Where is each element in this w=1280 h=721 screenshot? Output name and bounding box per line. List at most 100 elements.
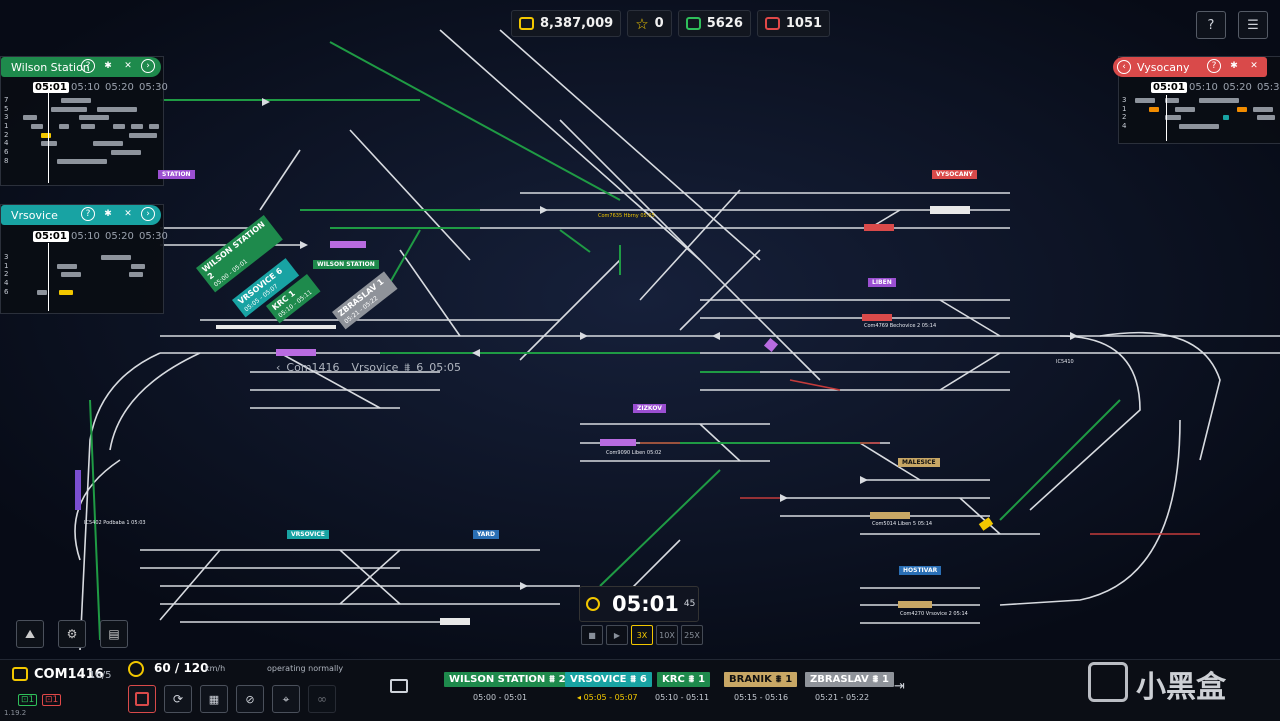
zizkov-label[interactable]: ZIZKOV [633, 404, 666, 413]
help-icon[interactable]: ? [81, 59, 95, 73]
track-row: 5 [1, 105, 163, 114]
vrsovice-label[interactable]: VRSOVICE [287, 530, 329, 539]
stop-branik[interactable]: BRANIK ⩩ 1 [724, 672, 798, 687]
liben-label[interactable]: LIBEN [868, 278, 896, 287]
gear-icon[interactable]: ✱ [101, 59, 115, 73]
settings-tool-button[interactable]: ⚙ [58, 620, 86, 648]
clock-icon [586, 597, 600, 611]
help-button[interactable]: ? [1196, 11, 1226, 39]
malesice-label[interactable]: MALESICE [898, 458, 940, 467]
panel-header: Vrsovice ? ✱ ✕ › [1, 205, 161, 225]
book-button[interactable]: ▤ [100, 620, 128, 648]
terrain-tool-button[interactable]: ⛰ [16, 620, 44, 648]
timeline-header: 05:01 05:10 05:20 05:30 [33, 82, 168, 93]
track-row: 3 [1119, 96, 1280, 105]
stop-icon: ■ [588, 630, 596, 640]
refresh-icon: ⟳ [172, 692, 184, 706]
chip-icon: ⚙ [66, 627, 78, 641]
stop-time: 05:21 - 05:22 [815, 693, 870, 702]
now-line [48, 243, 49, 311]
track-row: 8 [1, 157, 163, 166]
speed-25x-button[interactable]: 25X [681, 625, 703, 645]
list-icon: ☰ [1247, 17, 1259, 33]
money-stat: 8,387,009 [511, 10, 622, 37]
map-tiny-label: Com4769 Bechovice 2 05:14 [864, 323, 937, 329]
trains-late-stat: 1051 [756, 10, 831, 37]
gear-icon[interactable]: ✱ [101, 207, 115, 221]
stars-stat: ☆ 0 [627, 10, 672, 37]
speed-10x-button[interactable]: 10X [656, 625, 678, 645]
timeline-header: 05:01 05:10 05:20 05:30 [33, 231, 168, 242]
track-row: 7 [1, 96, 163, 105]
watermark-logo-icon [1088, 662, 1128, 702]
wilson-station-label[interactable]: WILSON STATION [313, 260, 379, 269]
crosshair-icon: ⌖ [282, 691, 290, 706]
timeline-header: 05:01 05:10 05:20 05:30 [1151, 82, 1280, 93]
track-row: 1 [1119, 105, 1280, 114]
stop-time: 05:00 - 05:01 [473, 693, 528, 702]
chevron-right-icon[interactable]: › [141, 59, 155, 73]
track-map[interactable] [0, 0, 1280, 660]
gear-icon[interactable]: ✱ [1227, 59, 1241, 73]
hostivar-label[interactable]: HOSTIVAR [899, 566, 942, 575]
couple-button[interactable]: ∞ [308, 685, 336, 713]
close-icon[interactable]: ✕ [121, 207, 135, 221]
wallet-icon [519, 17, 534, 30]
platform-icon: ⩩ [404, 361, 411, 374]
stop-vrsovice[interactable]: VRSOVICE ⩩ 6 [565, 672, 652, 687]
wilson-station-panel: Wilson Station ? ✱ ✕ › 05:01 05:10 05:20… [0, 56, 168, 186]
stop-speed-button[interactable]: ■ [581, 625, 603, 645]
train-red-icon [764, 17, 780, 30]
track-row: 6 [1, 288, 163, 297]
play-button[interactable]: ▶ [606, 625, 628, 645]
track-rows: 3 1 2 4 [1119, 96, 1280, 131]
speedometer-icon [128, 661, 144, 677]
chevron-right-icon[interactable]: › [141, 207, 155, 221]
track-row: 3 [1, 113, 163, 122]
stop-krc[interactable]: KRC ⩩ 1 [657, 672, 711, 687]
train-green-icon [685, 17, 701, 30]
map-tiny-label: IC5402 Podbaba 1 05:03 [84, 520, 146, 526]
menu-button[interactable]: ☰ [1238, 11, 1268, 39]
version-label: 1.19.2 [4, 709, 27, 717]
stop-train-button[interactable] [128, 685, 156, 713]
chevron-left-icon[interactable]: ‹ [1117, 60, 1131, 74]
yard-label[interactable]: YARD [473, 530, 500, 539]
vrsovice-panel: Vrsovice ? ✱ ✕ › 05:01 05:10 05:20 05:30… [0, 204, 168, 314]
cancel-route-button[interactable]: ⊘ [236, 685, 264, 713]
stop-wilson-station[interactable]: WILSON STATION ⩩ 2 [444, 672, 571, 687]
panel-title: Vysocany [1137, 60, 1190, 74]
chevron-left-icon: ‹ [276, 361, 281, 374]
close-icon[interactable]: ✕ [121, 59, 135, 73]
stop-zbraslav[interactable]: ZBRASLAV ⩩ 1 [805, 672, 894, 687]
platform-icon: ⩩ [630, 674, 636, 685]
depot-icon[interactable] [390, 679, 408, 693]
help-icon[interactable]: ? [81, 207, 95, 221]
locate-button[interactable]: ⌖ [272, 685, 300, 713]
reverse-button[interactable]: ⟳ [164, 685, 192, 713]
route-end-icon: ⇥ [894, 679, 905, 694]
vysocany-label[interactable]: VYSOCANY [932, 170, 977, 179]
close-icon[interactable]: ✕ [1247, 59, 1261, 73]
track-row: 1 [1, 262, 163, 271]
train-count-green: ⊡1 [18, 694, 38, 706]
now-line [48, 93, 49, 183]
station-label[interactable]: STATION [158, 170, 195, 179]
train-status: operating normally [267, 664, 344, 673]
track-row: 4 [1, 139, 163, 148]
schedule-button[interactable]: ▦ [200, 685, 228, 713]
current-speed: 60 / 120 [154, 661, 209, 675]
track-row: 1 [1, 122, 163, 131]
stop-square-icon [135, 692, 149, 706]
star-icon: ☆ [635, 14, 649, 33]
help-icon[interactable]: ? [1207, 59, 1221, 73]
speed-3x-button[interactable]: 3X [631, 625, 653, 645]
track-row: 2 [1, 270, 163, 279]
question-icon: ? [1207, 17, 1215, 33]
map-tiny-label: IC5410 [1056, 359, 1074, 365]
platform-icon: ⩩ [775, 674, 782, 685]
track-row: 4 [4, 279, 9, 288]
selected-train-callout[interactable]: ‹ Com1416 Vrsovice ⩩ 6 05:05 [276, 361, 461, 375]
platform-icon: ⩩ [688, 674, 695, 685]
calendar-icon: ▦ [208, 692, 220, 706]
